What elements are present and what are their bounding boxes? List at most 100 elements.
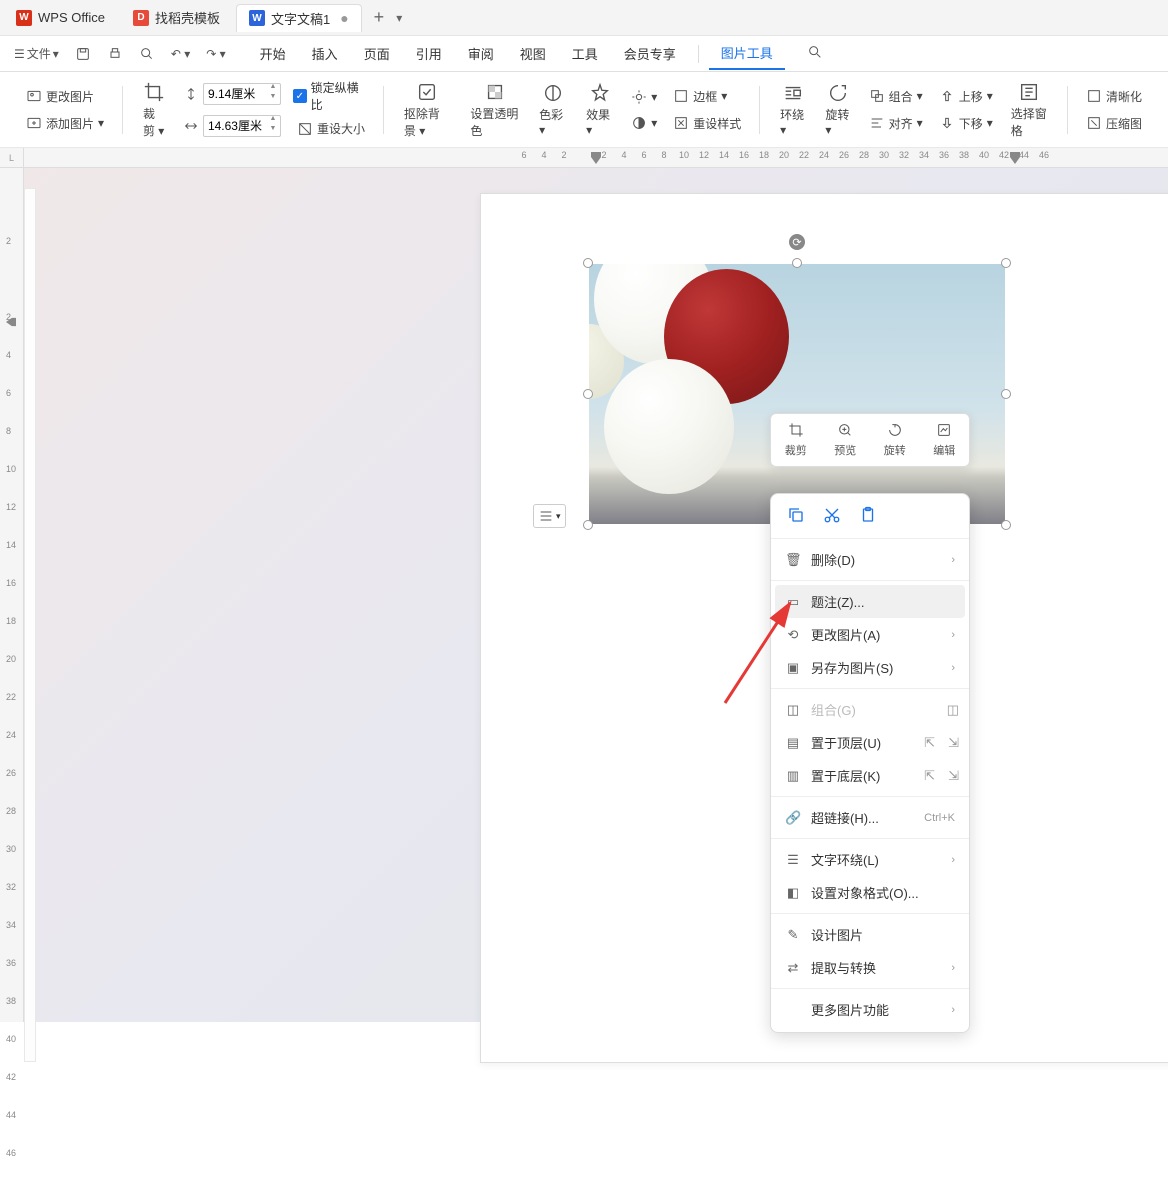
back-action2-icon[interactable]: ⇲ <box>948 768 959 784</box>
resize-handle-l[interactable] <box>583 389 593 399</box>
new-tab-button[interactable]: + <box>366 7 393 28</box>
tab-document[interactable]: W 文字文稿1 ● <box>236 4 362 32</box>
menu-separator <box>698 45 699 63</box>
ctx-extract-convert[interactable]: ⇄提取与转换› <box>771 951 969 984</box>
float-rotate-button[interactable]: 旋转 <box>876 422 914 458</box>
remove-bg-button[interactable]: 抠除背景 ▾ <box>398 77 457 143</box>
crop-button[interactable]: 裁剪 ▾ <box>137 77 171 143</box>
layout-options-button[interactable]: ▾ <box>533 504 566 528</box>
reset-size-button[interactable]: 重设大小 <box>293 117 369 140</box>
menu-review[interactable]: 审阅 <box>456 38 506 69</box>
indent-marker-top[interactable] <box>591 152 601 164</box>
app-tab[interactable]: W WPS Office <box>4 4 117 32</box>
document-area: L 64224681012141618202224262830323436384… <box>0 148 1168 1022</box>
ctx-hyperlink[interactable]: 🔗超链接(H)...Ctrl+K <box>771 801 969 834</box>
indent-marker-left[interactable] <box>6 316 16 328</box>
wrap-icon: ☰ <box>785 852 801 868</box>
rotate-button[interactable]: 旋转 ▾ <box>819 78 856 141</box>
resize-handle-tr[interactable] <box>1001 258 1011 268</box>
tab-templates[interactable]: D 找稻壳模板 <box>121 4 232 32</box>
ruler-corner: L <box>0 148 24 168</box>
redo-button[interactable]: ↷ ▾ <box>200 43 231 65</box>
width-row: ▲▼ <box>179 112 285 140</box>
resize-handle-br[interactable] <box>1001 520 1011 530</box>
send-back-icon: ▥ <box>785 768 801 784</box>
reset-style-button[interactable]: 重设样式 <box>669 112 745 135</box>
ctx-send-back[interactable]: ▥置于底层(K)⇱⇲ <box>771 759 969 792</box>
contrast-button[interactable]: ▾ <box>627 112 661 134</box>
menu-page[interactable]: 页面 <box>352 38 402 69</box>
colorize-button[interactable]: 色彩 ▾ <box>533 78 572 141</box>
cut-icon[interactable] <box>823 506 841 524</box>
group-button[interactable]: 组合 ▾ <box>865 85 927 108</box>
chevron-right-icon: › <box>951 554 955 566</box>
caption-icon: ▭ <box>785 594 801 610</box>
menu-ref[interactable]: 引用 <box>404 38 454 69</box>
copy-icon[interactable] <box>787 506 805 524</box>
indent-marker-right[interactable] <box>1010 152 1020 164</box>
save-icon[interactable] <box>69 42 97 66</box>
clarify-button[interactable]: 清晰化 <box>1082 85 1146 108</box>
add-picture-button[interactable]: 添加图片 ▾ <box>22 112 108 135</box>
menu-tools[interactable]: 工具 <box>560 38 610 69</box>
menu-member[interactable]: 会员专享 <box>612 38 688 69</box>
tab-close-icon[interactable]: ● <box>340 10 348 26</box>
selection-pane-button[interactable]: 选择窗格 <box>1005 77 1053 143</box>
undo-button[interactable]: ↶ ▾ <box>165 43 196 65</box>
border-button[interactable]: 边框 ▾ <box>669 85 745 108</box>
change-pic-icon: ⟲ <box>785 627 801 643</box>
resize-handle-t[interactable] <box>792 258 802 268</box>
search-icon[interactable] <box>807 44 823 63</box>
doc-icon: W <box>249 10 265 26</box>
move-down-button[interactable]: 下移 ▾ <box>935 112 997 135</box>
float-preview-button[interactable]: 预览 <box>826 422 864 458</box>
design-icon: ✎ <box>785 927 801 943</box>
resize-handle-r[interactable] <box>1001 389 1011 399</box>
menu-file[interactable]: ☰ 文件 ▾ <box>8 41 65 66</box>
ctx-caption[interactable]: ▭题注(Z)... <box>775 585 965 618</box>
selected-image[interactable]: ⟳ ▾ <box>589 264 1005 524</box>
ctx-format-object[interactable]: ◧设置对象格式(O)... <box>771 876 969 909</box>
paste-icon[interactable] <box>859 506 877 524</box>
set-alpha-button[interactable]: 设置透明色 <box>464 77 525 143</box>
ctx-more-picture[interactable]: 更多图片功能› <box>771 993 969 1026</box>
ctx-design-picture[interactable]: ✎设计图片 <box>771 918 969 951</box>
front-action2-icon[interactable]: ⇲ <box>948 735 959 751</box>
height-spinner[interactable]: ▲▼ <box>265 83 281 103</box>
width-spinner[interactable]: ▲▼ <box>265 115 281 135</box>
move-up-button[interactable]: 上移 ▾ <box>935 85 997 108</box>
resize-handle-tl[interactable] <box>583 258 593 268</box>
compress-button[interactable]: 压缩图 <box>1082 112 1146 135</box>
float-crop-button[interactable]: 裁剪 <box>777 422 815 458</box>
back-action-icon[interactable]: ⇱ <box>924 768 935 784</box>
front-action-icon[interactable]: ⇱ <box>924 735 935 751</box>
lock-ratio-checkbox[interactable]: ✓锁定纵横比 <box>293 79 369 113</box>
ruler-horizontal[interactable]: 6422468101214161820222426283032343638404… <box>24 148 1168 168</box>
height-row: ▲▼ <box>179 80 285 108</box>
print-icon[interactable] <box>101 42 129 66</box>
wrap-button[interactable]: 环绕 ▾ <box>774 78 811 141</box>
ctx-wrap[interactable]: ☰文字环绕(L)› <box>771 843 969 876</box>
ctx-change-picture[interactable]: ⟲更改图片(A)› <box>771 618 969 651</box>
menu-insert[interactable]: 插入 <box>300 38 350 69</box>
ctx-delete[interactable]: 🗑删除(D)› <box>771 543 969 576</box>
change-picture-button[interactable]: 更改图片 <box>22 85 108 108</box>
menu-start[interactable]: 开始 <box>248 38 298 69</box>
ctx-bring-front[interactable]: ▤置于顶层(U)⇱⇲ <box>771 726 969 759</box>
print-preview-icon[interactable] <box>133 42 161 66</box>
menu-view[interactable]: 视图 <box>508 38 558 69</box>
trash-icon: 🗑 <box>785 552 801 568</box>
checkmark-icon: ✓ <box>293 89 307 103</box>
ctx-save-as-picture[interactable]: ▣另存为图片(S)› <box>771 651 969 684</box>
align-button[interactable]: 对齐 ▾ <box>865 112 927 135</box>
float-edit-button[interactable]: 编辑 <box>925 422 963 458</box>
brightness-button[interactable]: ▾ <box>627 86 661 108</box>
effect-button[interactable]: 效果 ▾ <box>580 78 619 141</box>
resize-handle-bl[interactable] <box>583 520 593 530</box>
ruler-vertical[interactable]: 2246810121416182022242628303234363840424… <box>0 168 24 1022</box>
chevron-right-icon: › <box>951 1004 955 1016</box>
image-float-toolbar: 裁剪 预览 旋转 编辑 <box>770 413 970 467</box>
tab-dropdown-icon[interactable]: ▾ <box>392 11 406 25</box>
menu-picture-tools[interactable]: 图片工具 <box>709 37 785 70</box>
rotate-handle[interactable]: ⟳ <box>789 234 805 250</box>
